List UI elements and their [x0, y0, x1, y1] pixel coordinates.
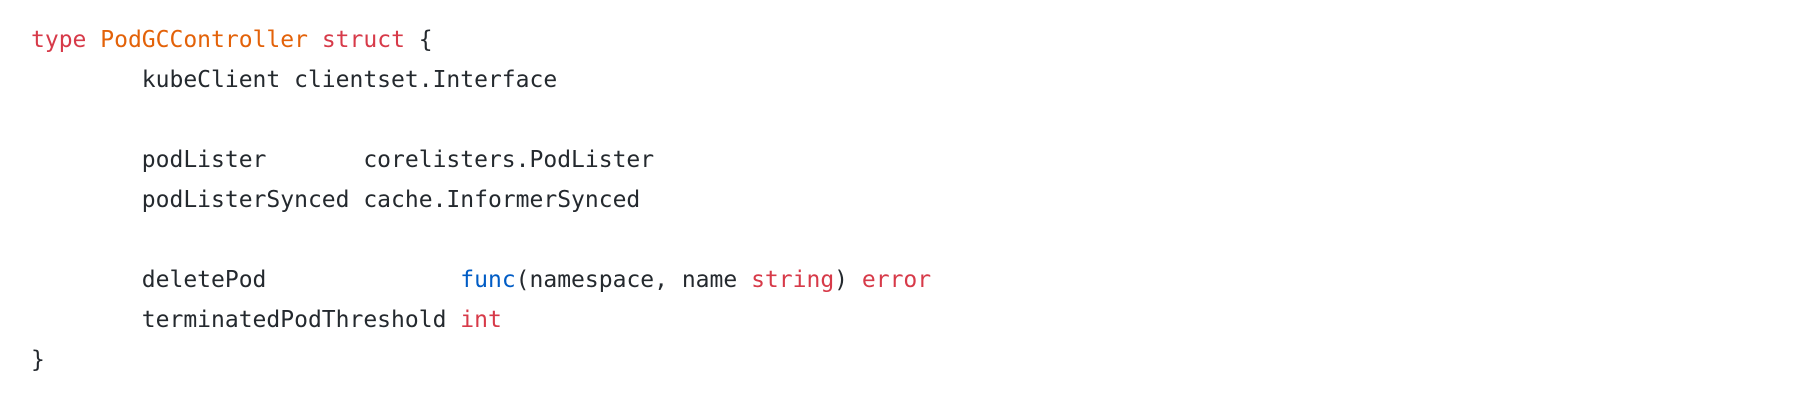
code-line: deletePod func(namespace, name string) e…	[31, 260, 931, 300]
code-line: podLister corelisters.PodLister	[31, 140, 931, 180]
type-string: string	[751, 267, 835, 293]
close-paren: )	[834, 267, 862, 293]
code-line: type PodGCController struct {	[31, 20, 931, 60]
keyword-struct: struct	[321, 27, 405, 53]
field-podlistersynced: podListerSynced cache.InformerSynced	[31, 187, 641, 213]
open-brace: {	[404, 27, 433, 53]
field-kubeclient: kubeClient clientset.Interface	[31, 67, 558, 93]
keyword-func: func	[460, 267, 516, 293]
code-block: type PodGCController struct { kubeClient…	[31, 20, 931, 380]
field-podlister: podLister corelisters.PodLister	[31, 147, 655, 173]
type-name: PodGCController	[100, 27, 308, 53]
close-brace: }	[31, 347, 45, 373]
type-error: error	[861, 267, 932, 293]
keyword-type: type	[31, 27, 87, 53]
field-deletepod: deletePod	[31, 267, 461, 293]
code-line: }	[31, 340, 931, 380]
code-line: podListerSynced cache.InformerSynced	[31, 180, 931, 220]
field-terminatedpodthreshold: terminatedPodThreshold	[31, 307, 461, 333]
type-int: int	[460, 307, 502, 333]
code-line: terminatedPodThreshold int	[31, 300, 931, 340]
code-line: kubeClient clientset.Interface	[31, 60, 931, 100]
func-params: (namespace, name	[515, 267, 752, 293]
